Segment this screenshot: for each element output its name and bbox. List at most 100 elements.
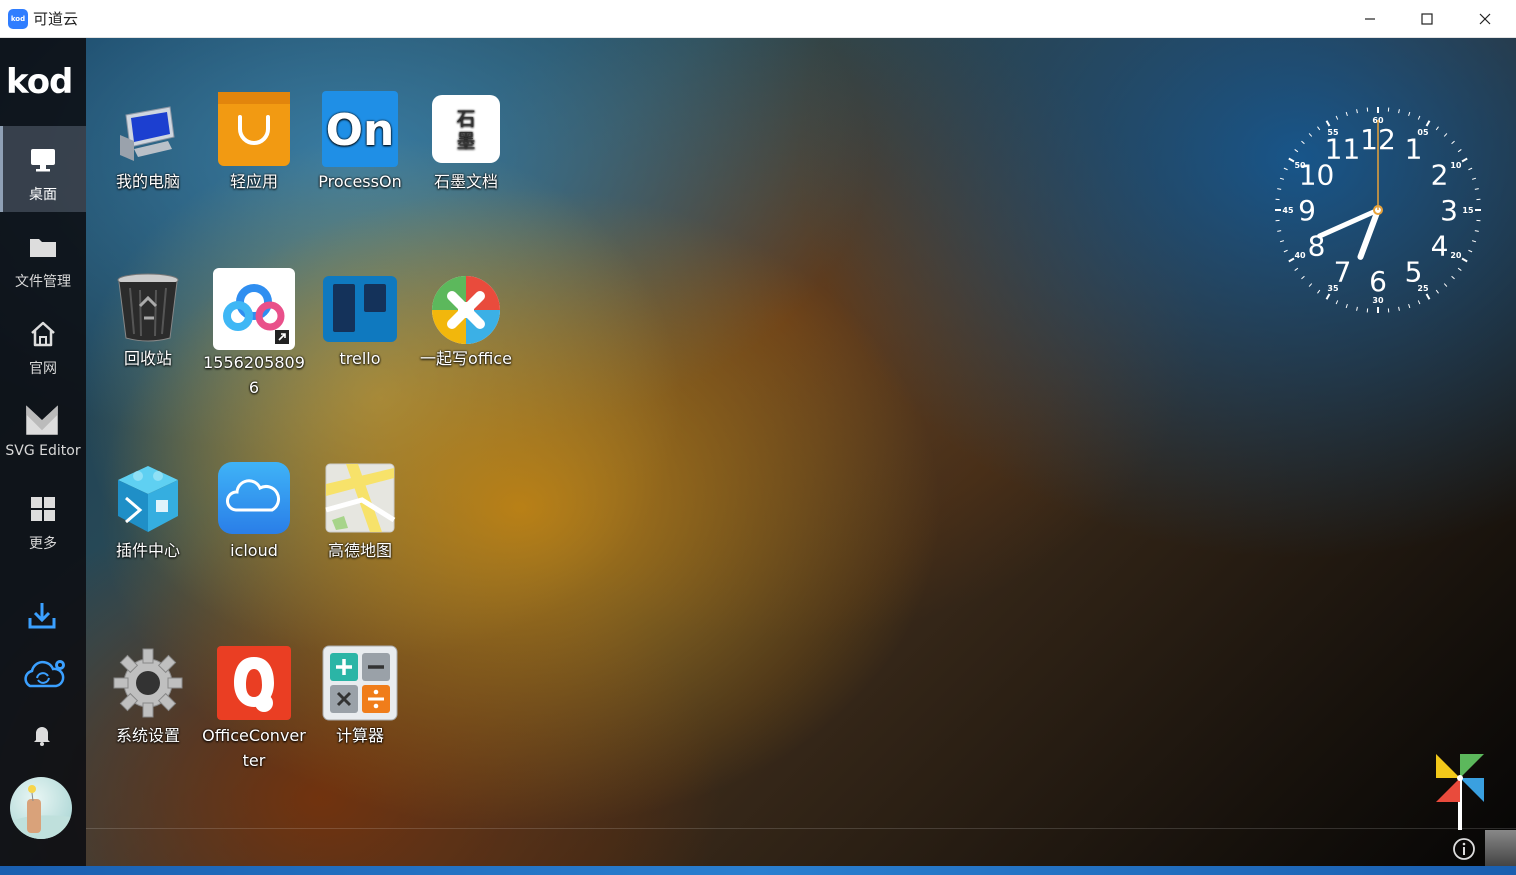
clock-hour-label: 2: [1431, 159, 1449, 192]
cloud-settings-icon[interactable]: [20, 656, 70, 692]
icloud-icon: [218, 462, 290, 534]
os-taskbar-edge: [0, 866, 1516, 875]
desktop-icon-system-settings[interactable]: 系统设置: [96, 645, 200, 748]
clock-tick: [1417, 300, 1421, 305]
calculator-icon: [322, 645, 398, 721]
desktop-icon-label: ProcessOn: [318, 172, 402, 191]
clock-tick: [1435, 289, 1439, 294]
sidebar-item-svg-editor[interactable]: SVG Editor: [0, 385, 86, 471]
svg-editor-icon: [26, 405, 58, 435]
recycle-bin-icon: [117, 273, 179, 342]
desktop-icon-label: 石墨文档: [433, 172, 498, 191]
desktop-area: kod 桌面 文件管理 官网 SVG Editor 更多 我的电脑 轻应用 On…: [0, 38, 1516, 875]
maximize-button[interactable]: [1398, 0, 1456, 38]
minimize-button[interactable]: [1341, 0, 1399, 38]
map-icon: [325, 463, 396, 533]
clock-tick: [1468, 249, 1473, 253]
clock-hour-label: 11: [1325, 133, 1361, 166]
sidebar-item-more[interactable]: 更多: [0, 475, 86, 561]
clock-hour-label: 7: [1334, 255, 1352, 288]
clock-tick: [1294, 267, 1299, 271]
desktop-icon-label: OfficeConverter: [202, 726, 306, 770]
clock-tick: [1335, 300, 1339, 305]
desktop-icon-yiqixie-office[interactable]: 一起写office: [414, 268, 518, 371]
clock-tick: [1408, 111, 1411, 116]
minimize-icon: [1365, 18, 1375, 20]
desktop-icon-label: icloud: [230, 541, 278, 560]
clock-minute-label: 15: [1462, 206, 1474, 215]
clock-tick: [1451, 275, 1455, 280]
shimo-logo-char: 石: [456, 108, 475, 130]
desktop-icon-amap[interactable]: 高德地图: [308, 460, 412, 563]
clock-tick: [1461, 257, 1468, 263]
desktop-icon-icloud[interactable]: icloud: [202, 460, 306, 563]
sidebar-item-label: 桌面: [29, 187, 57, 203]
bell-icon[interactable]: [22, 718, 62, 754]
clock-tick: [1345, 304, 1348, 309]
clock-tick: [1451, 140, 1455, 145]
clock-tick: [1301, 275, 1305, 280]
clock-tick: [1277, 230, 1282, 232]
desktop-icon-baidu-cloud[interactable]: 15562058096: [202, 268, 306, 400]
sidebar-item-file-manager[interactable]: 文件管理: [0, 213, 86, 299]
sidebar-item-website[interactable]: 官网: [0, 300, 86, 386]
clock-tick: [1279, 177, 1284, 180]
clock-tick: [1425, 120, 1431, 127]
pinwheel-icon[interactable]: [1432, 750, 1488, 830]
clock-tick: [1301, 140, 1305, 145]
folder-icon: [30, 239, 56, 257]
shimo-logo-char: 墨: [456, 130, 475, 152]
desktop-icon-label: 一起写office: [420, 349, 512, 368]
sidebar-item-desktop[interactable]: 桌面: [0, 126, 86, 212]
clock-tick: [1345, 111, 1348, 116]
desktop-icon-label: 回收站: [123, 349, 172, 368]
office-converter-icon: [217, 646, 291, 720]
info-icon[interactable]: [1452, 837, 1476, 861]
clock-hour-label: 6: [1369, 265, 1387, 298]
desktop-icon-trello[interactable]: trello: [308, 268, 412, 371]
desktop-icon-label: 计算器: [335, 726, 384, 745]
plugin-cube-icon: [118, 466, 178, 532]
desktop-icon-plugin-center[interactable]: 插件中心: [96, 460, 200, 563]
shimo-icon: 石 墨: [432, 95, 500, 163]
sidebar: kod 桌面 文件管理 官网 SVG Editor 更多: [0, 38, 86, 875]
show-desktop-button[interactable]: [1485, 830, 1516, 866]
kod-app-icon: kod: [8, 9, 28, 29]
desktop-icon-processon[interactable]: On ProcessOn: [308, 91, 412, 194]
desktop-icon-recycle-bin[interactable]: 回收站: [96, 268, 200, 371]
clock-tick: [1308, 283, 1313, 287]
desktop-icon-my-computer[interactable]: 我的电脑: [96, 91, 200, 194]
clock-tick: [1425, 293, 1431, 300]
desktop-icon-label: 15562058096: [203, 353, 305, 397]
desktop-icon-label: 轻应用: [229, 172, 278, 191]
desktop-icon-office-converter[interactable]: OfficeConverter: [202, 645, 306, 773]
clock-tick: [1356, 306, 1358, 311]
user-avatar-icon: [10, 785, 72, 839]
clock-tick: [1468, 167, 1473, 171]
clock-tick: [1398, 109, 1400, 114]
sidebar-item-label: SVG Editor: [5, 443, 81, 459]
avatar[interactable]: [10, 777, 72, 839]
clock-tick: [1472, 177, 1477, 180]
desktop-icon-shimo[interactable]: 石 墨 石墨文档: [414, 91, 518, 194]
clock-tick: [1417, 115, 1421, 120]
analog-clock-widget[interactable]: 600510152025303540455055 121234567891011: [1268, 100, 1488, 320]
home-icon: [31, 321, 55, 347]
monitor-icon: [31, 149, 55, 172]
window-title: 可道云: [33, 10, 79, 28]
clock-tick: [1325, 293, 1331, 300]
processon-icon: On: [322, 91, 398, 167]
computer-icon: [120, 106, 175, 161]
desktop-icon-calculator[interactable]: 计算器: [308, 645, 412, 748]
download-icon[interactable]: [22, 598, 62, 634]
desktop-icon-label: 系统设置: [115, 726, 180, 745]
desktop-icon-label: 我的电脑: [115, 172, 180, 191]
desktop-icon-light-app[interactable]: 轻应用: [202, 91, 306, 194]
close-button[interactable]: [1456, 0, 1514, 38]
clock-minute-label: 45: [1282, 206, 1294, 215]
clock-tick: [1317, 126, 1321, 131]
clock-tick: [1308, 133, 1313, 137]
baidu-cloud-icon: [213, 268, 295, 350]
desktop-divider: [86, 828, 1516, 829]
clock-tick: [1288, 157, 1295, 163]
